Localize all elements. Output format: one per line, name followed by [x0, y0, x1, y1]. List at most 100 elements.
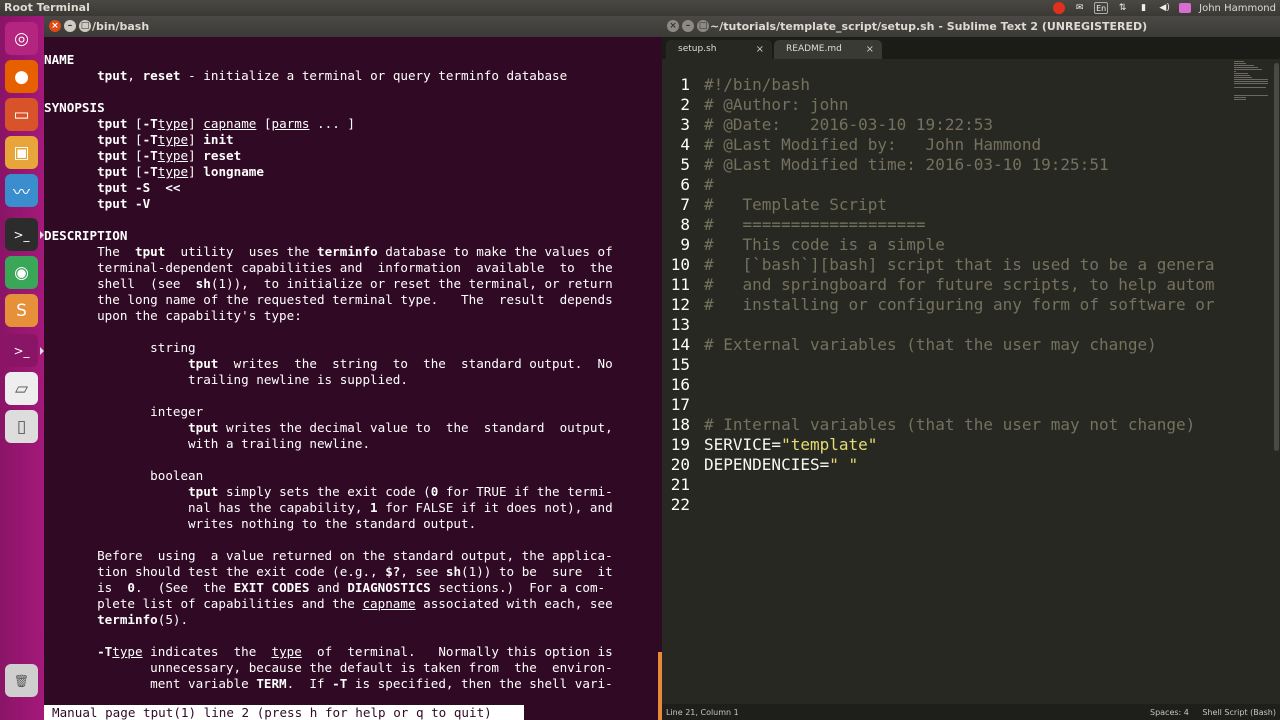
code-line[interactable]: # =================== — [704, 215, 926, 235]
code-line[interactable]: # @Author: john — [704, 95, 849, 115]
man-text: ] — [188, 132, 204, 147]
code-line[interactable]: # installing or configuring any form of … — [704, 295, 1215, 315]
code-line[interactable]: # @Last Modified by: John Hammond — [704, 135, 1041, 155]
mail-icon[interactable]: ✉ — [1073, 2, 1086, 14]
code-line[interactable]: # and springboard for future scripts, to… — [704, 275, 1215, 295]
man-text: is — [44, 580, 128, 595]
terminal-body[interactable]: NAME tput, reset - initialize a terminal… — [44, 37, 662, 720]
launcher-software-center-icon[interactable]: ▣ — [5, 136, 38, 169]
man-text: -T — [142, 164, 158, 179]
system-tray: ✉ En ⇅ ▮ ◀) John Hammond — [1053, 0, 1276, 16]
panel-app-title: Root Terminal — [4, 1, 90, 14]
user-name[interactable]: John Hammond — [1199, 3, 1276, 14]
man-line: ment variable TERM. If -T is specified, … — [44, 676, 613, 692]
man-text: string — [44, 340, 196, 355]
close-icon[interactable]: × — [667, 20, 679, 32]
code-line[interactable]: SERVICE="template" — [704, 435, 877, 455]
launcher-removable-drive-icon[interactable]: ▱ — [5, 372, 38, 405]
man-line: integer — [44, 404, 203, 420]
maximize-icon[interactable]: □ — [697, 20, 709, 32]
volume-icon[interactable]: ◀) — [1158, 2, 1171, 14]
tab-setup-sh[interactable]: setup.sh × — [666, 40, 772, 59]
code-line[interactable]: # Internal variables (that the user may … — [704, 415, 1195, 435]
man-text: associated with each, see — [415, 596, 613, 611]
tab-readme-md[interactable]: README.md × — [774, 40, 882, 59]
record-icon[interactable] — [1053, 2, 1066, 14]
launcher-terminal-icon[interactable]: >_ — [5, 218, 38, 251]
minimap-line — [1234, 67, 1258, 68]
maximize-icon[interactable]: □ — [79, 20, 91, 32]
code-line[interactable]: # [`bash`][bash] script that is used to … — [704, 255, 1215, 275]
man-text: type — [157, 148, 189, 163]
man-line: tput simply sets the exit code (0 for TR… — [44, 484, 613, 500]
editor-area[interactable]: 1 #!/bin/bash 2 # @Author: john 3 # @Date: 20… — [662, 59, 1280, 713]
man-text: type — [157, 116, 189, 131]
man-text: reset — [203, 148, 242, 163]
man-line: tput [-Ttype] reset — [44, 148, 241, 164]
syntax-setting[interactable]: Shell Script (Bash) — [1202, 708, 1276, 717]
man-line: terminal-dependent capabilities and info… — [44, 260, 613, 276]
man-text: - initialize a terminal or query terminf… — [180, 68, 568, 83]
man-text: upon the capability's type: — [44, 308, 302, 323]
man-text: tput — [97, 132, 128, 147]
keyboard-layout-indicator[interactable]: En — [1094, 2, 1109, 14]
launcher-sublime-text-icon[interactable]: S — [5, 294, 38, 327]
code-line[interactable]: # Template Script — [704, 195, 887, 215]
line-number: 2 — [680, 95, 690, 114]
code-line[interactable]: #!/bin/bash — [704, 75, 810, 95]
minimap-line — [1234, 61, 1244, 62]
launcher-ubuntu-dash-icon[interactable]: ◎ — [5, 22, 38, 55]
launcher-chrome-icon[interactable]: ◉ — [5, 256, 38, 289]
launcher-terminal-2-icon[interactable]: >_ — [5, 334, 38, 367]
code-line[interactable]: # — [704, 175, 714, 195]
man-text: tput — [135, 244, 166, 259]
minimap-line — [1234, 81, 1268, 82]
man-text: ment variable — [44, 676, 257, 691]
minimap-line — [1234, 79, 1268, 80]
man-line: Before using a value returned on the sta… — [44, 548, 613, 564]
man-text: tput -S — [97, 180, 151, 195]
code-line[interactable]: # External variables (that the user may … — [704, 335, 1157, 355]
launcher-trash-2-icon[interactable]: ▯ — [5, 410, 38, 443]
launcher-trash-icon[interactable]: 🗑 — [5, 664, 38, 697]
battery-icon[interactable]: ▮ — [1137, 2, 1150, 14]
man-text: type — [157, 132, 189, 147]
man-text — [44, 164, 97, 179]
terminal-titlebar[interactable]: × – □ /bin/bash — [44, 16, 662, 37]
launcher-system-monitor-icon[interactable]: 〰 — [5, 174, 38, 207]
code-view[interactable]: 1 #!/bin/bash 2 # @Author: john 3 # @Date: 20… — [662, 59, 1234, 713]
line-number: 19 — [670, 435, 690, 454]
man-text: 0 — [127, 580, 135, 595]
sublime-titlebar[interactable]: × – □ ~/tutorials/template_script/setup.… — [662, 16, 1280, 37]
close-tab-icon[interactable]: × — [866, 44, 874, 55]
minimap-line — [1234, 95, 1268, 96]
minimize-icon[interactable]: – — [64, 20, 76, 32]
man-text: type — [271, 644, 302, 659]
man-line: plete list of capabilities and the capna… — [44, 596, 613, 612]
man-text: [ — [256, 116, 272, 131]
close-icon[interactable]: × — [49, 20, 61, 32]
close-tab-icon[interactable]: × — [756, 44, 764, 55]
minimap-line — [1234, 97, 1246, 98]
man-text: tion should test the exit code (e.g., — [44, 564, 386, 579]
code-line[interactable]: # @Date: 2016-03-10 19:22:53 — [704, 115, 993, 135]
terminal-title: /bin/bash — [92, 20, 150, 33]
editor-scrollbar[interactable] — [1274, 63, 1279, 451]
indentation-setting[interactable]: Spaces: 4 — [1150, 708, 1189, 717]
code-line[interactable]: DEPENDENCIES=" " — [704, 455, 858, 475]
minimap-line — [1234, 73, 1248, 74]
man-text: -T — [142, 116, 158, 131]
man-text: -T — [142, 132, 158, 147]
man-text: nal has the capability, — [44, 500, 371, 515]
man-text: unnecessary, because the default is take… — [44, 660, 613, 675]
man-text: shell (see — [44, 276, 196, 291]
network-icon[interactable]: ⇅ — [1116, 2, 1129, 14]
minimize-icon[interactable]: – — [682, 20, 694, 32]
code-line[interactable]: # This code is a simple — [704, 235, 945, 255]
launcher-files-icon[interactable]: ▭ — [5, 98, 38, 131]
man-text: [ — [127, 116, 143, 131]
man-text: DESCRIPTION — [44, 228, 128, 243]
minimap[interactable] — [1232, 59, 1272, 100]
code-line[interactable]: # @Last Modified time: 2016-03-10 19:25:… — [704, 155, 1109, 175]
launcher-firefox-icon[interactable]: ● — [5, 60, 38, 93]
